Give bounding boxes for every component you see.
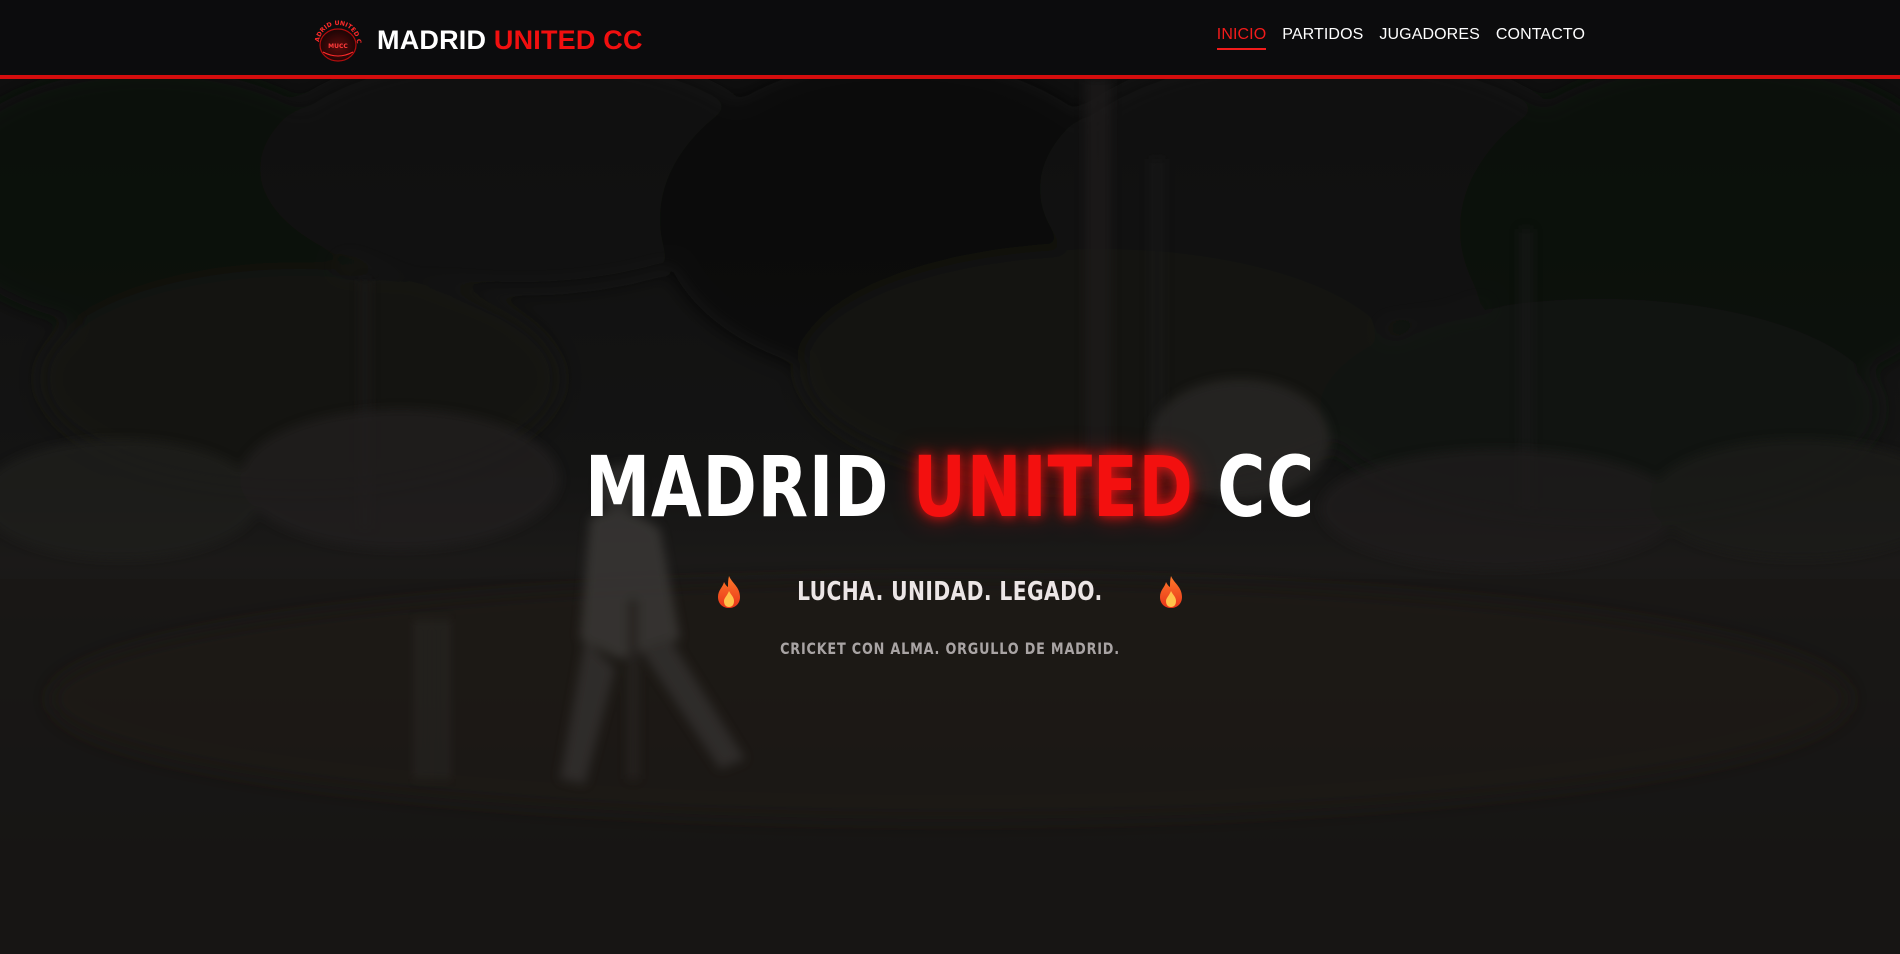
hero-subtitle: CRICKET CON ALMA. ORGULLO DE MADRID. (780, 639, 1120, 658)
hero-title-cc: CC (1217, 438, 1316, 536)
hero-section: MADRID UNITED CC LUCHA. UNIDAD. LEGADO. … (0, 79, 1900, 954)
brand-name: MADRID UNITED CC (377, 25, 643, 56)
hero-title: MADRID UNITED CC (209, 442, 1691, 532)
site-header: MADRID UNITED CC MUCC MADRID UNITED CC I… (0, 0, 1900, 79)
hero-title-madrid: MADRID (584, 438, 890, 536)
brand-home-link[interactable]: MADRID UNITED CC MUCC MADRID UNITED CC (311, 18, 643, 62)
main-nav: INICIO PARTIDOS JUGADORES CONTACTO (1216, 26, 1585, 50)
fire-icon (718, 576, 741, 608)
nav-link-inicio[interactable]: INICIO (1216, 26, 1267, 50)
nav-link-partidos[interactable]: PARTIDOS (1282, 26, 1363, 48)
club-logo: MADRID UNITED CC MUCC (311, 18, 362, 62)
svg-text:MUCC: MUCC (328, 43, 348, 50)
fire-icon (1159, 576, 1182, 608)
hero-tagline-row: LUCHA. UNIDAD. LEGADO. (0, 575, 1900, 609)
nav-link-jugadores[interactable]: JUGADORES (1379, 26, 1479, 48)
nav-link-contacto[interactable]: CONTACTO (1496, 26, 1585, 48)
page: MADRID UNITED CC MUCC MADRID UNITED CC I… (0, 0, 1900, 954)
brand-name-united-cc: UNITED CC (493, 24, 643, 55)
hero-tagline: LUCHA. UNIDAD. LEGADO. (797, 577, 1103, 607)
brand-name-madrid: MADRID (377, 24, 487, 55)
hero-title-united: UNITED (912, 438, 1194, 536)
